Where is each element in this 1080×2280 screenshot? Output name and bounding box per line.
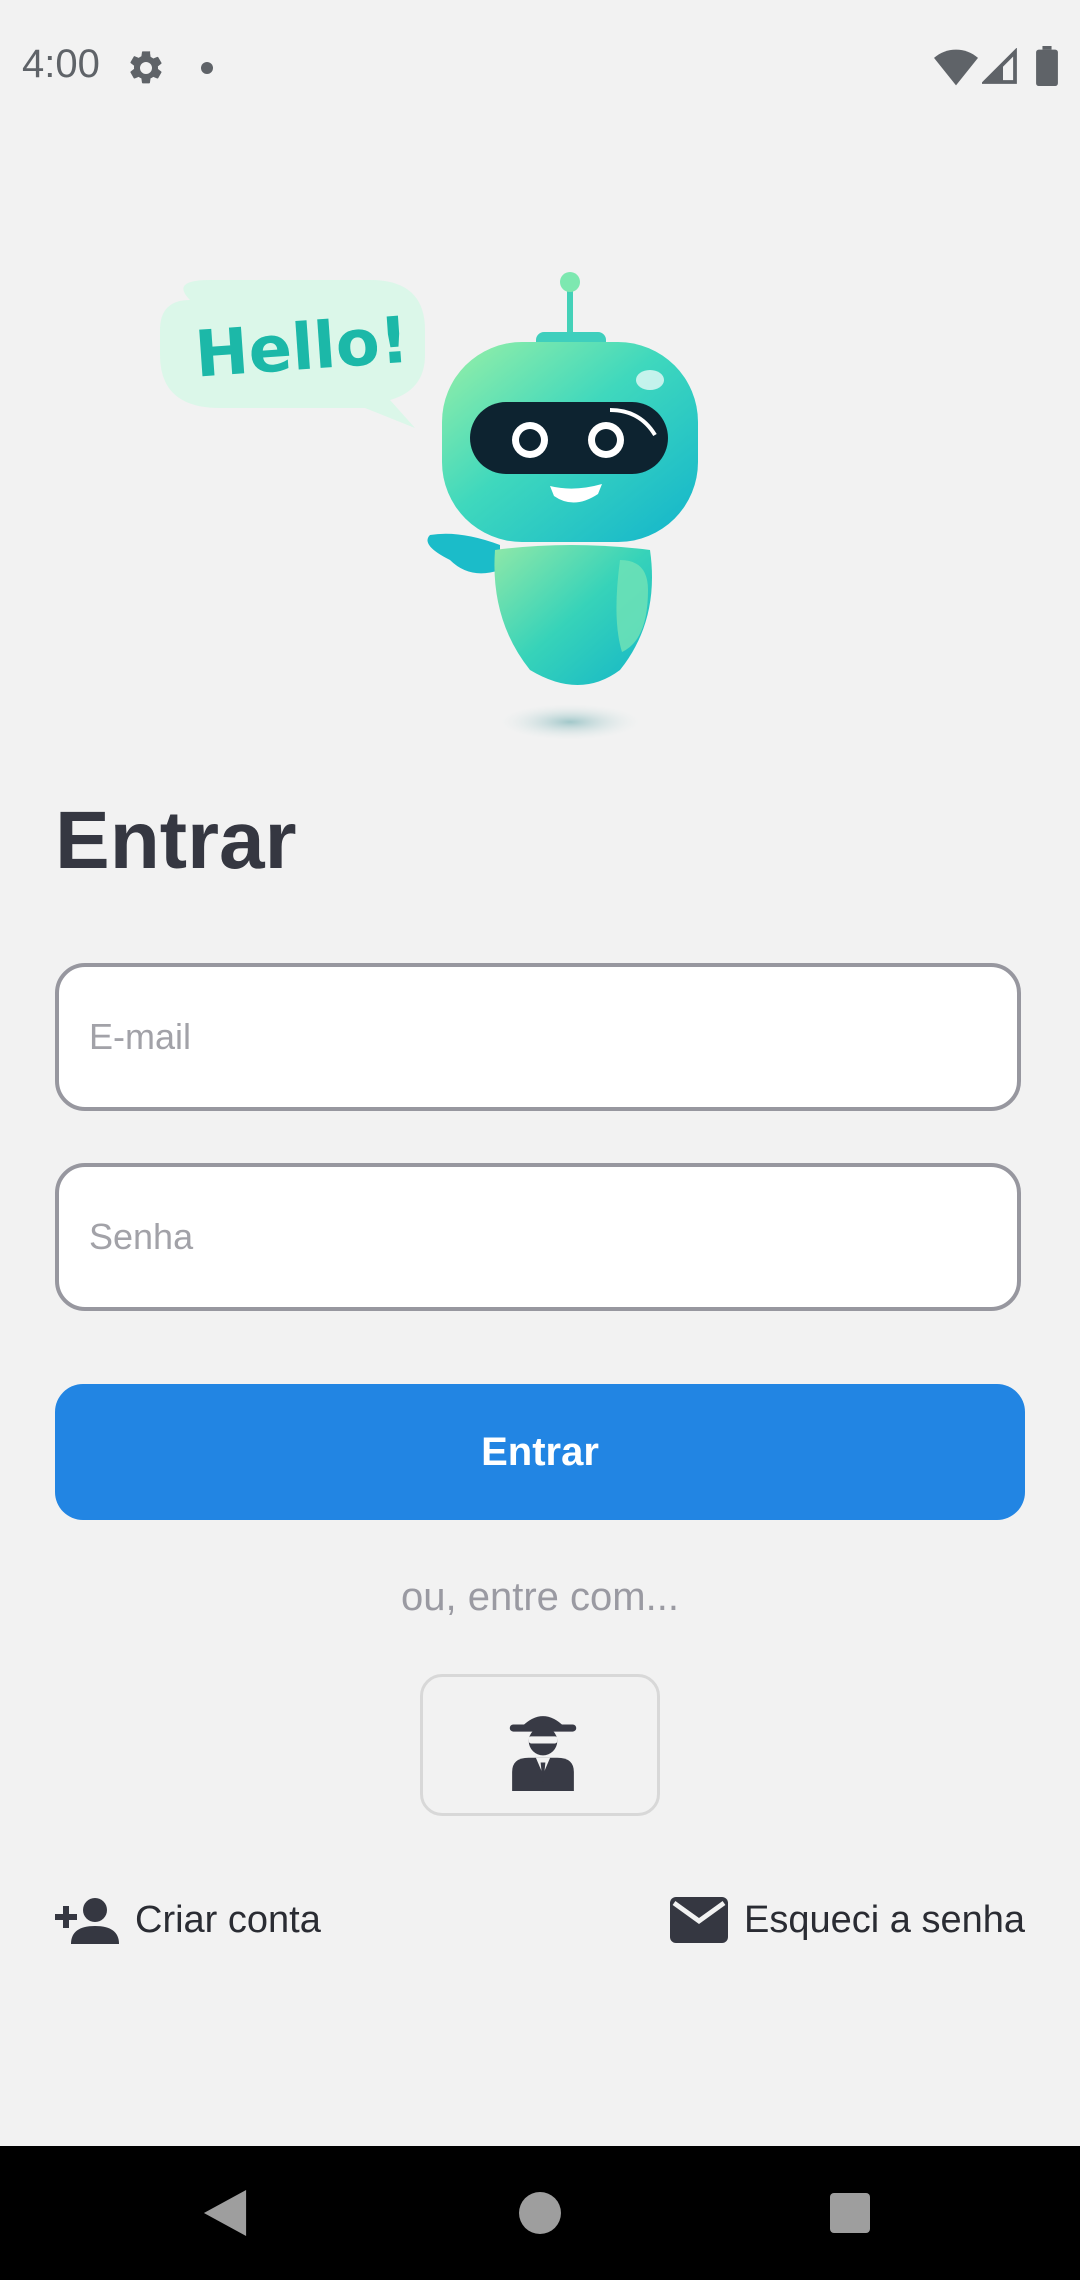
wifi-icon: [934, 49, 978, 86]
notification-dot-icon: [201, 62, 213, 74]
gear-icon: [130, 51, 162, 84]
email-field[interactable]: [55, 963, 1021, 1111]
envelope-icon: [670, 1897, 729, 1943]
status-bar: 4:00: [0, 0, 1080, 136]
page-title: Entrar: [55, 795, 297, 886]
create-account-link[interactable]: Criar conta: [55, 1890, 321, 1950]
create-account-label: Criar conta: [135, 1898, 321, 1941]
recents-icon[interactable]: [830, 2193, 870, 2233]
battery-icon: [1036, 46, 1058, 86]
add-user-icon: [55, 1896, 119, 1944]
status-time: 4:00: [22, 42, 100, 86]
navigation-bar: [0, 2146, 1080, 2280]
password-field[interactable]: [55, 1163, 1021, 1311]
login-button[interactable]: Entrar: [55, 1384, 1025, 1520]
home-icon[interactable]: [519, 2192, 561, 2234]
forgot-password-label: Esqueci a senha: [744, 1898, 1025, 1941]
anonymous-login-button[interactable]: [420, 1674, 660, 1816]
incognito-icon: [509, 1716, 577, 1791]
signal-icon: [982, 48, 1017, 84]
speech-bubble-text: Hello!: [193, 304, 412, 393]
back-icon[interactable]: [203, 2190, 247, 2236]
alt-login-label: ou, entre com...: [401, 1575, 679, 1619]
forgot-password-link[interactable]: Esqueci a senha: [670, 1890, 1025, 1950]
speech-bubble: Hello!: [160, 280, 425, 428]
robot-illustration: Hello!: [160, 272, 698, 740]
